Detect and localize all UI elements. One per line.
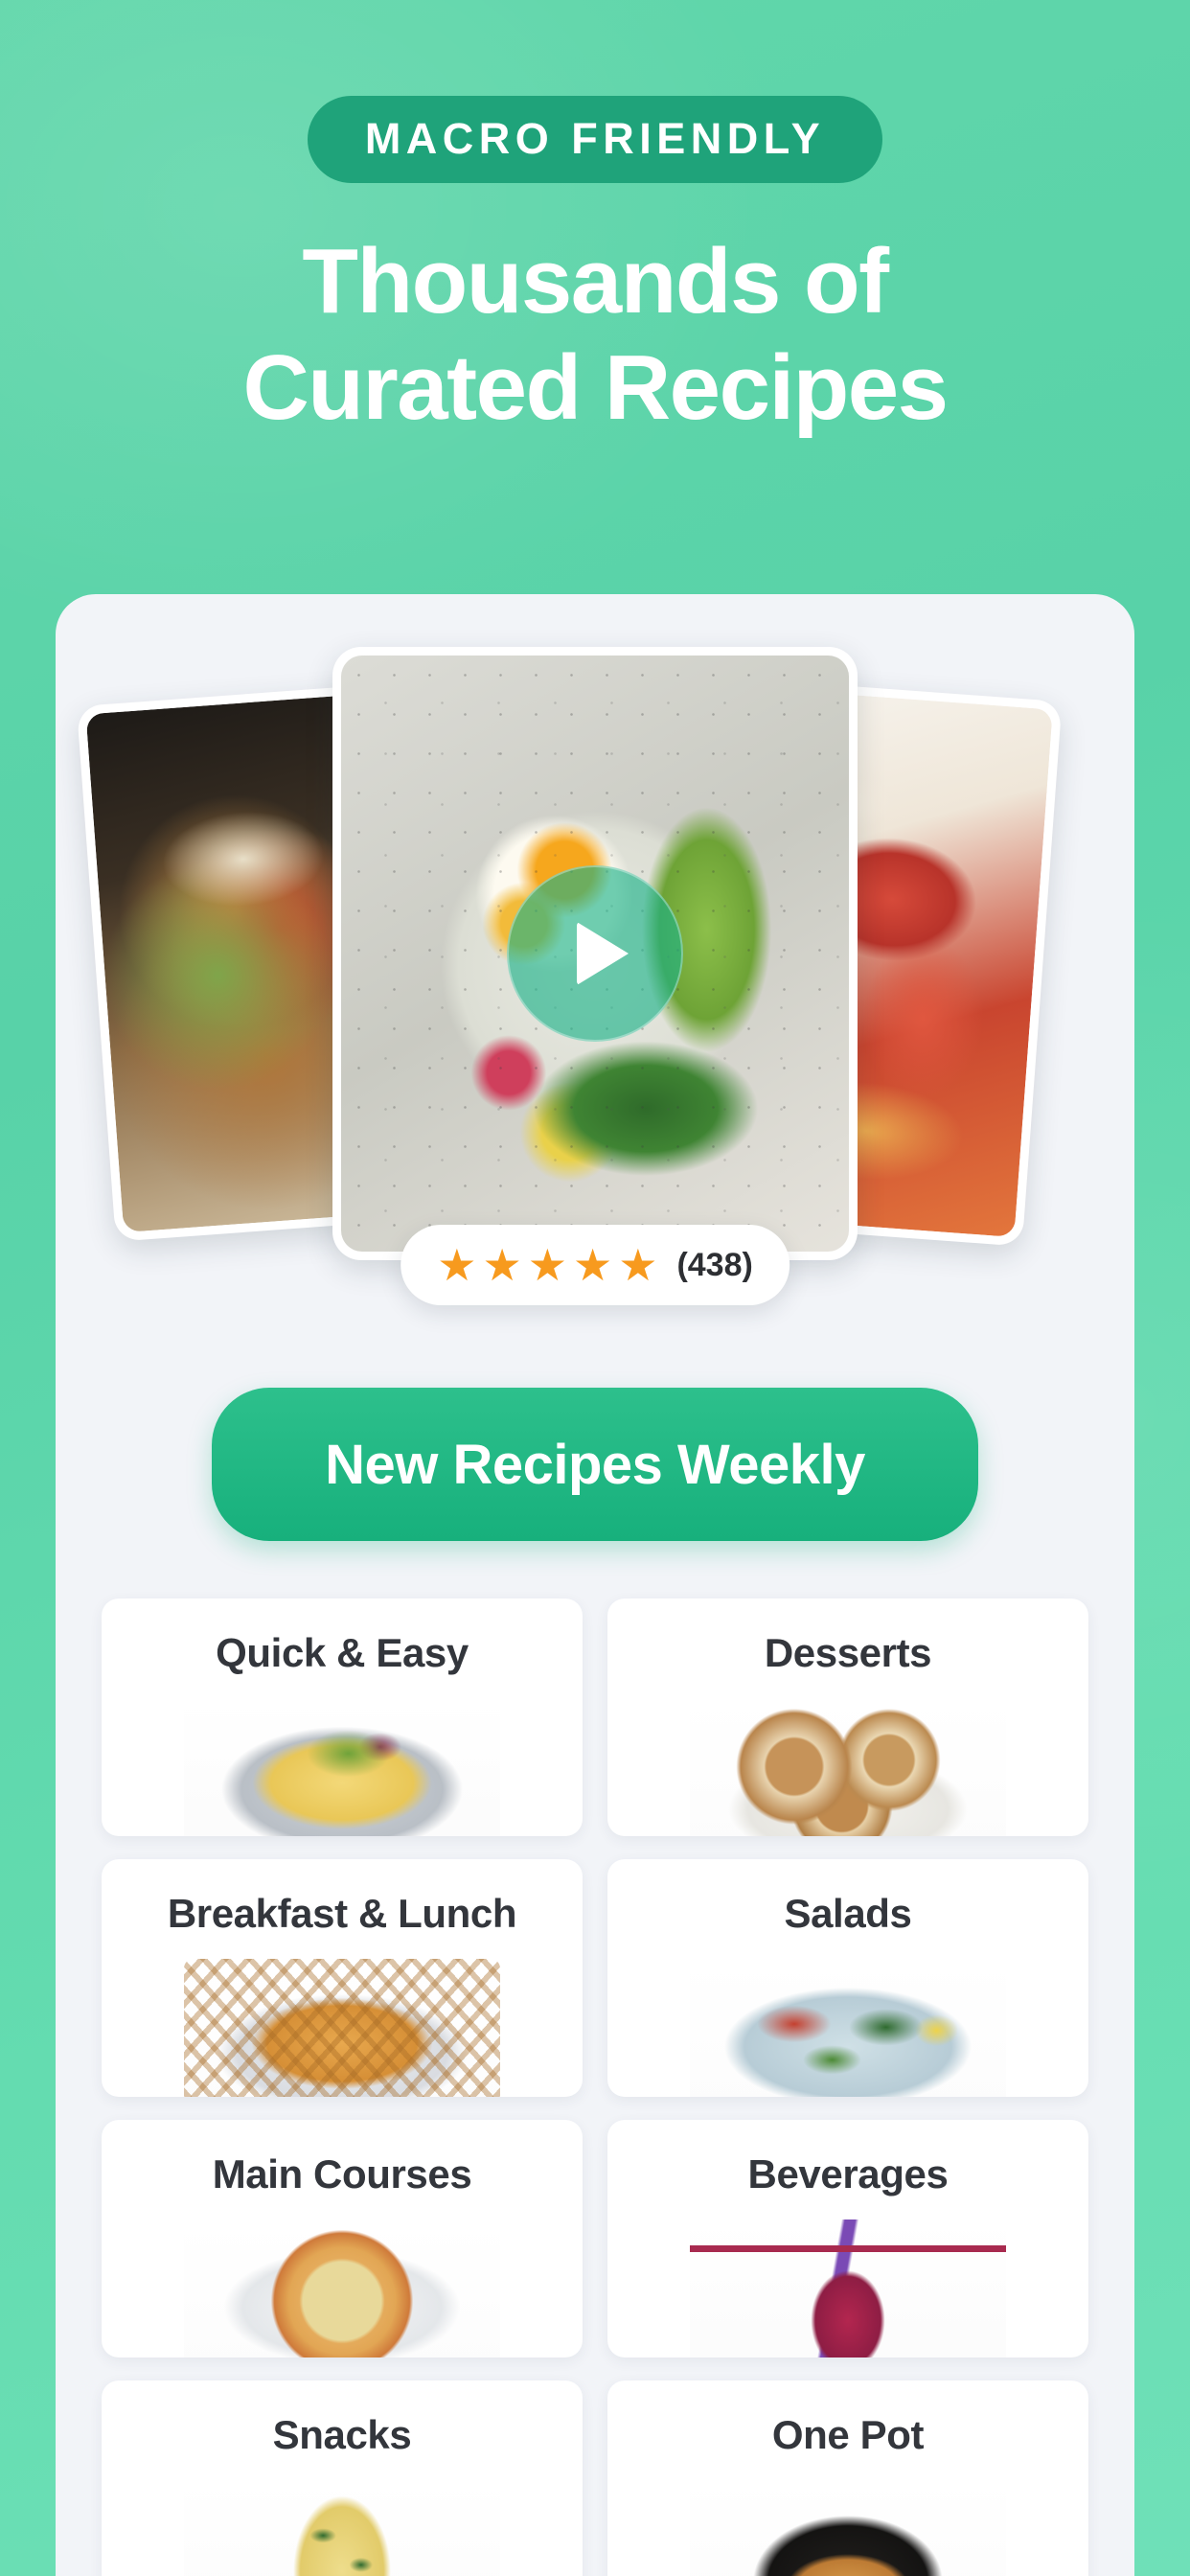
cta-container: New Recipes Weekly (56, 1388, 1134, 1541)
frittata-photo (184, 2480, 500, 2576)
badge-container: MACRO FRIENDLY (0, 96, 1190, 183)
content-panel: ★ ★ ★ ★ ★ (438) New Recipes Weekly Quick… (56, 594, 1134, 2576)
category-card[interactable]: Main Courses (102, 2120, 583, 2358)
category-title: Beverages (747, 2151, 949, 2196)
headline-line-1: Thousands of (302, 230, 889, 333)
pizza-photo (184, 2220, 500, 2358)
star-icon-3: ★ (527, 1240, 567, 1290)
salad-photo (690, 1959, 1006, 2097)
star-icon-1: ★ (437, 1240, 476, 1290)
category-card[interactable]: Breakfast & Lunch (102, 1859, 583, 2097)
category-card[interactable]: One Pot (607, 2380, 1088, 2576)
donuts-photo (690, 1698, 1006, 1836)
category-card[interactable]: Quick & Easy (102, 1598, 583, 1836)
category-card[interactable]: Desserts (607, 1598, 1088, 1836)
headline-line-2: Curated Recipes (242, 336, 949, 440)
onepot-photo (690, 2480, 1006, 2576)
star-icon-5: ★ (618, 1240, 657, 1290)
waffles-photo (184, 1959, 500, 2097)
rating-badge: ★ ★ ★ ★ ★ (438) (400, 1225, 790, 1305)
new-recipes-weekly-button[interactable]: New Recipes Weekly (212, 1388, 978, 1541)
play-icon[interactable] (507, 865, 683, 1042)
play-triangle-icon (577, 922, 629, 985)
omelette-photo (184, 1698, 500, 1836)
star-icon-2: ★ (482, 1240, 521, 1290)
page-title: Thousands of Curated Recipes (0, 228, 1190, 442)
category-title: Desserts (764, 1630, 932, 1675)
recipe-thumb-center[interactable] (332, 647, 858, 1260)
recipe-gallery: ★ ★ ★ ★ ★ (438) (56, 594, 1134, 1305)
category-card[interactable]: Beverages (607, 2120, 1088, 2358)
rating-count: (438) (676, 1247, 753, 1283)
category-card[interactable]: Salads (607, 1859, 1088, 2097)
macro-friendly-badge: MACRO FRIENDLY (307, 96, 883, 183)
category-card[interactable]: Snacks (102, 2380, 583, 2576)
category-title: Main Courses (212, 2151, 472, 2196)
category-title: One Pot (771, 2412, 925, 2457)
category-title: Quick & Easy (216, 1630, 469, 1675)
star-icon-4: ★ (572, 1240, 612, 1290)
category-title: Snacks (272, 2412, 412, 2457)
category-title: Salads (784, 1891, 912, 1936)
smoothie-photo (690, 2220, 1006, 2358)
category-grid: Quick & Easy Desserts Breakfast & Lunch Sal… (56, 1598, 1134, 2576)
category-title: Breakfast & Lunch (167, 1891, 517, 1936)
